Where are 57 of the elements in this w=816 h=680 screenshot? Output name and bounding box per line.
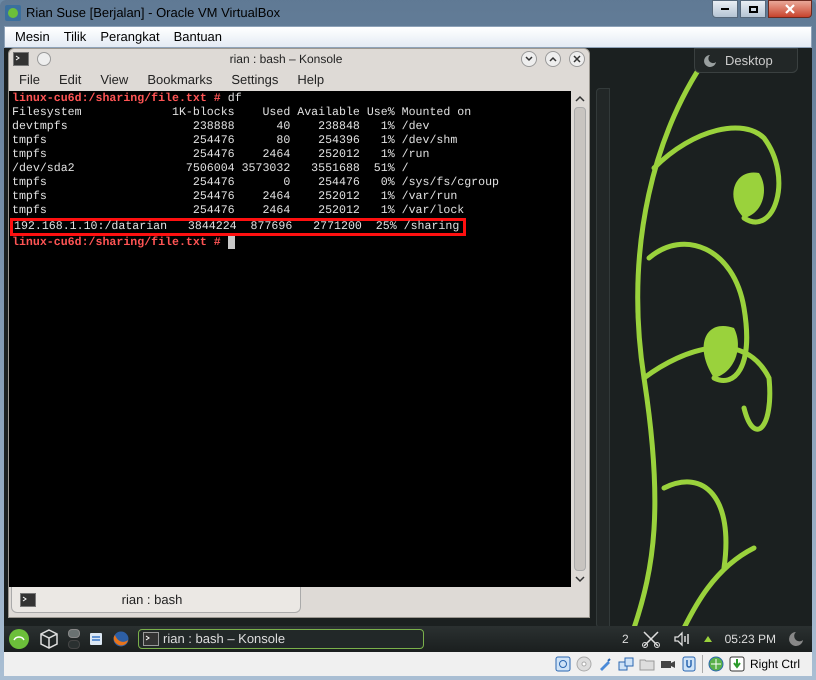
- menu-item[interactable]: Help: [297, 70, 324, 90]
- close-button[interactable]: [768, 0, 812, 18]
- menu-item[interactable]: Bantuan: [174, 27, 222, 47]
- chevron-down-icon: [525, 56, 533, 62]
- browser-icon[interactable]: [112, 630, 130, 648]
- menu-item[interactable]: Tilik: [64, 27, 86, 47]
- terminal-tab[interactable]: rian : bash: [11, 587, 301, 613]
- shell-prompt: linux-cu6d:/sharing/file.txt #: [12, 236, 221, 250]
- taskbar-task[interactable]: rian : bash – Konsole: [138, 629, 424, 649]
- desktop-count: 2: [622, 631, 629, 648]
- desktop-pager-cell[interactable]: [68, 629, 80, 638]
- scroll-down-icon[interactable]: [575, 575, 585, 583]
- app-logo-icon: [4, 4, 22, 22]
- output-line: Filesystem 1K-blocks Used Available Use% Mounted on: [12, 106, 472, 119]
- output-line: tmpfs 254476 0 254476 0% /sys/fs/cgroup: [12, 176, 500, 189]
- host-key-label: Right Ctrl: [750, 656, 800, 673]
- up-arrow-icon[interactable]: [702, 635, 713, 643]
- start-menu-icon[interactable]: [8, 628, 30, 650]
- scissors-icon[interactable]: [640, 630, 661, 648]
- konsole-title: rian : bash – Konsole: [228, 51, 344, 68]
- window-title: Rian Suse [Berjalan] - Oracle VM VirtualBox: [26, 4, 280, 22]
- terminal-icon: [20, 592, 36, 606]
- close-icon: [785, 4, 795, 14]
- output-line: devtmpfs 238888 40 238848 1% /dev: [12, 120, 430, 133]
- output-line: /dev/sda2 7506004 3573032 3551688 51% /: [12, 162, 409, 175]
- menu-item[interactable]: Perangkat: [100, 27, 160, 47]
- menu-item[interactable]: File: [19, 70, 40, 90]
- terminal-icon: [13, 52, 29, 66]
- menu-item[interactable]: Settings: [231, 70, 278, 90]
- volume-icon[interactable]: [672, 631, 691, 647]
- output-line: tmpfs 254476 2464 252012 1% /var/run: [12, 190, 458, 203]
- shell-command: df: [228, 92, 242, 106]
- scroll-up-icon[interactable]: [575, 95, 585, 103]
- menu-item[interactable]: Bookmarks: [147, 70, 212, 90]
- menu-item[interactable]: View: [100, 70, 128, 90]
- clock[interactable]: 05:23 PM: [724, 630, 776, 648]
- output-line: tmpfs 254476 2464 252012 1% /var/lock: [12, 204, 464, 217]
- shell-prompt: linux-cu6d:/sharing/file.txt #: [12, 92, 221, 106]
- output-line: tmpfs 254476 80 254396 1% /dev/shm: [12, 134, 458, 147]
- output-line: 192.168.1.10:/datarian 3844224 877696 2771200 25% /sharing: [14, 220, 460, 234]
- terminal-icon: [143, 632, 159, 646]
- minimize-button[interactable]: [712, 0, 738, 18]
- menu-item[interactable]: Mesin: [15, 27, 50, 47]
- scrollbar-thumb[interactable]: [574, 107, 586, 571]
- output-line: tmpfs 254476 2464 252012 1% /run: [12, 148, 430, 161]
- desktop-widget[interactable]: Desktop: [694, 48, 798, 73]
- menu-item[interactable]: Edit: [58, 70, 82, 90]
- maximize-button[interactable]: [740, 0, 766, 18]
- cube-icon[interactable]: [38, 628, 60, 650]
- network-icon[interactable]: [618, 656, 634, 672]
- desktop-pager-cell[interactable]: [68, 640, 80, 649]
- minimize-button[interactable]: [521, 51, 537, 67]
- maximize-button[interactable]: [545, 51, 561, 67]
- notes-icon[interactable]: [88, 631, 104, 647]
- chevron-up-icon: [549, 56, 557, 62]
- close-button[interactable]: [569, 51, 585, 67]
- close-icon: [573, 55, 581, 63]
